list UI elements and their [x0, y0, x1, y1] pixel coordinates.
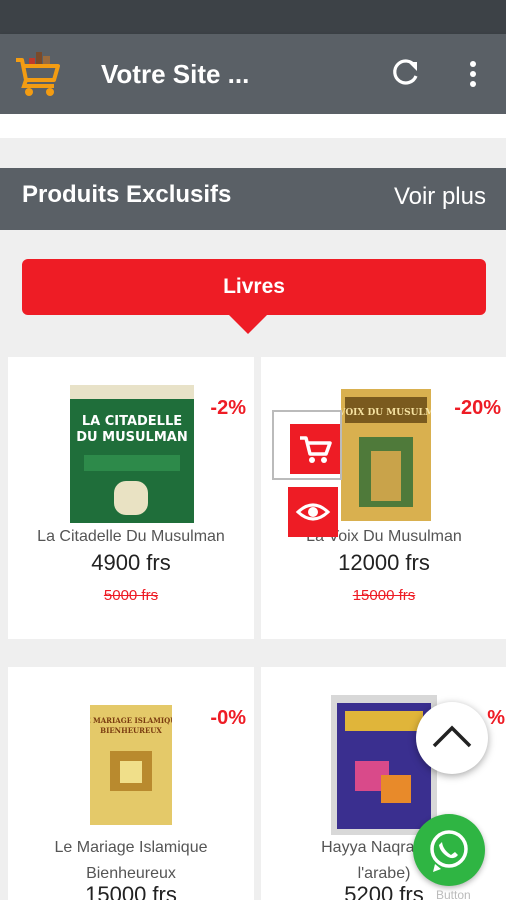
product-price: 15000 frs [85, 882, 177, 900]
section-title: Produits Exclusifs [22, 181, 232, 208]
discount-badge: -2% [210, 397, 246, 419]
see-more-link[interactable]: Voir plus [394, 182, 486, 212]
product-image: LA VOIX DU MUSULMAN [341, 389, 431, 521]
chevron-up-icon [432, 725, 472, 748]
banner-area [0, 114, 506, 138]
app-title: Votre Site ... [101, 59, 250, 89]
discount-badge: % [487, 707, 505, 729]
whatsapp-icon [430, 830, 468, 872]
product-image: LA CITADELLE DU MUSULMAN [70, 385, 194, 523]
refresh-icon[interactable] [388, 56, 422, 90]
product-name: La Citadelle Du Musulman [37, 528, 225, 545]
svg-text:LE MARIAGE ISLAMIQUE: LE MARIAGE ISLAMIQUE [90, 716, 172, 725]
product-image: LE MARIAGE ISLAMIQUE BIENHEUREUX [90, 705, 172, 825]
status-bar [0, 0, 506, 34]
discount-badge: -20% [454, 397, 501, 419]
svg-text:BIENHEUREUX: BIENHEUREUX [100, 726, 162, 735]
svg-text:LA VOIX DU MUSULMAN: LA VOIX DU MUSULMAN [341, 408, 431, 418]
quick-view-button[interactable] [288, 487, 338, 537]
product-card[interactable]: LA CITADELLE DU MUSULMAN -2% La Citadell… [8, 357, 254, 639]
category-tab-livres[interactable]: Livres [22, 259, 486, 315]
category-tab-label: Livres [223, 275, 285, 298]
product-old-price: 5000 frs [103, 587, 159, 604]
shopping-cart-logo-icon [16, 52, 60, 96]
scroll-to-top-button[interactable] [416, 702, 488, 774]
add-to-cart-button[interactable] [272, 410, 342, 480]
product-price: 12000 frs [338, 550, 430, 575]
product-price: 4900 frs [91, 550, 171, 575]
category-pointer [228, 314, 268, 334]
svg-text:LA CITADELLE: LA CITADELLE [82, 414, 182, 429]
product-name: Le Mariage Islamique Bienheureux [54, 839, 208, 882]
whatsapp-button[interactable] [413, 814, 485, 886]
app-bar: Votre Site ... [0, 34, 506, 114]
section-header: Produits Exclusifs Voir plus [0, 168, 506, 230]
more-vert-icon[interactable] [460, 56, 486, 92]
whatsapp-caption: Button [436, 888, 471, 900]
discount-badge: -0% [210, 707, 246, 729]
svg-text:DU MUSULMAN: DU MUSULMAN [76, 430, 187, 445]
product-old-price: 15000 frs [352, 587, 416, 604]
eye-icon [295, 503, 331, 521]
add-to-cart-icon [290, 424, 340, 474]
product-card[interactable]: LE MARIAGE ISLAMIQUE BIENHEUREUX -0% Le … [8, 667, 254, 900]
